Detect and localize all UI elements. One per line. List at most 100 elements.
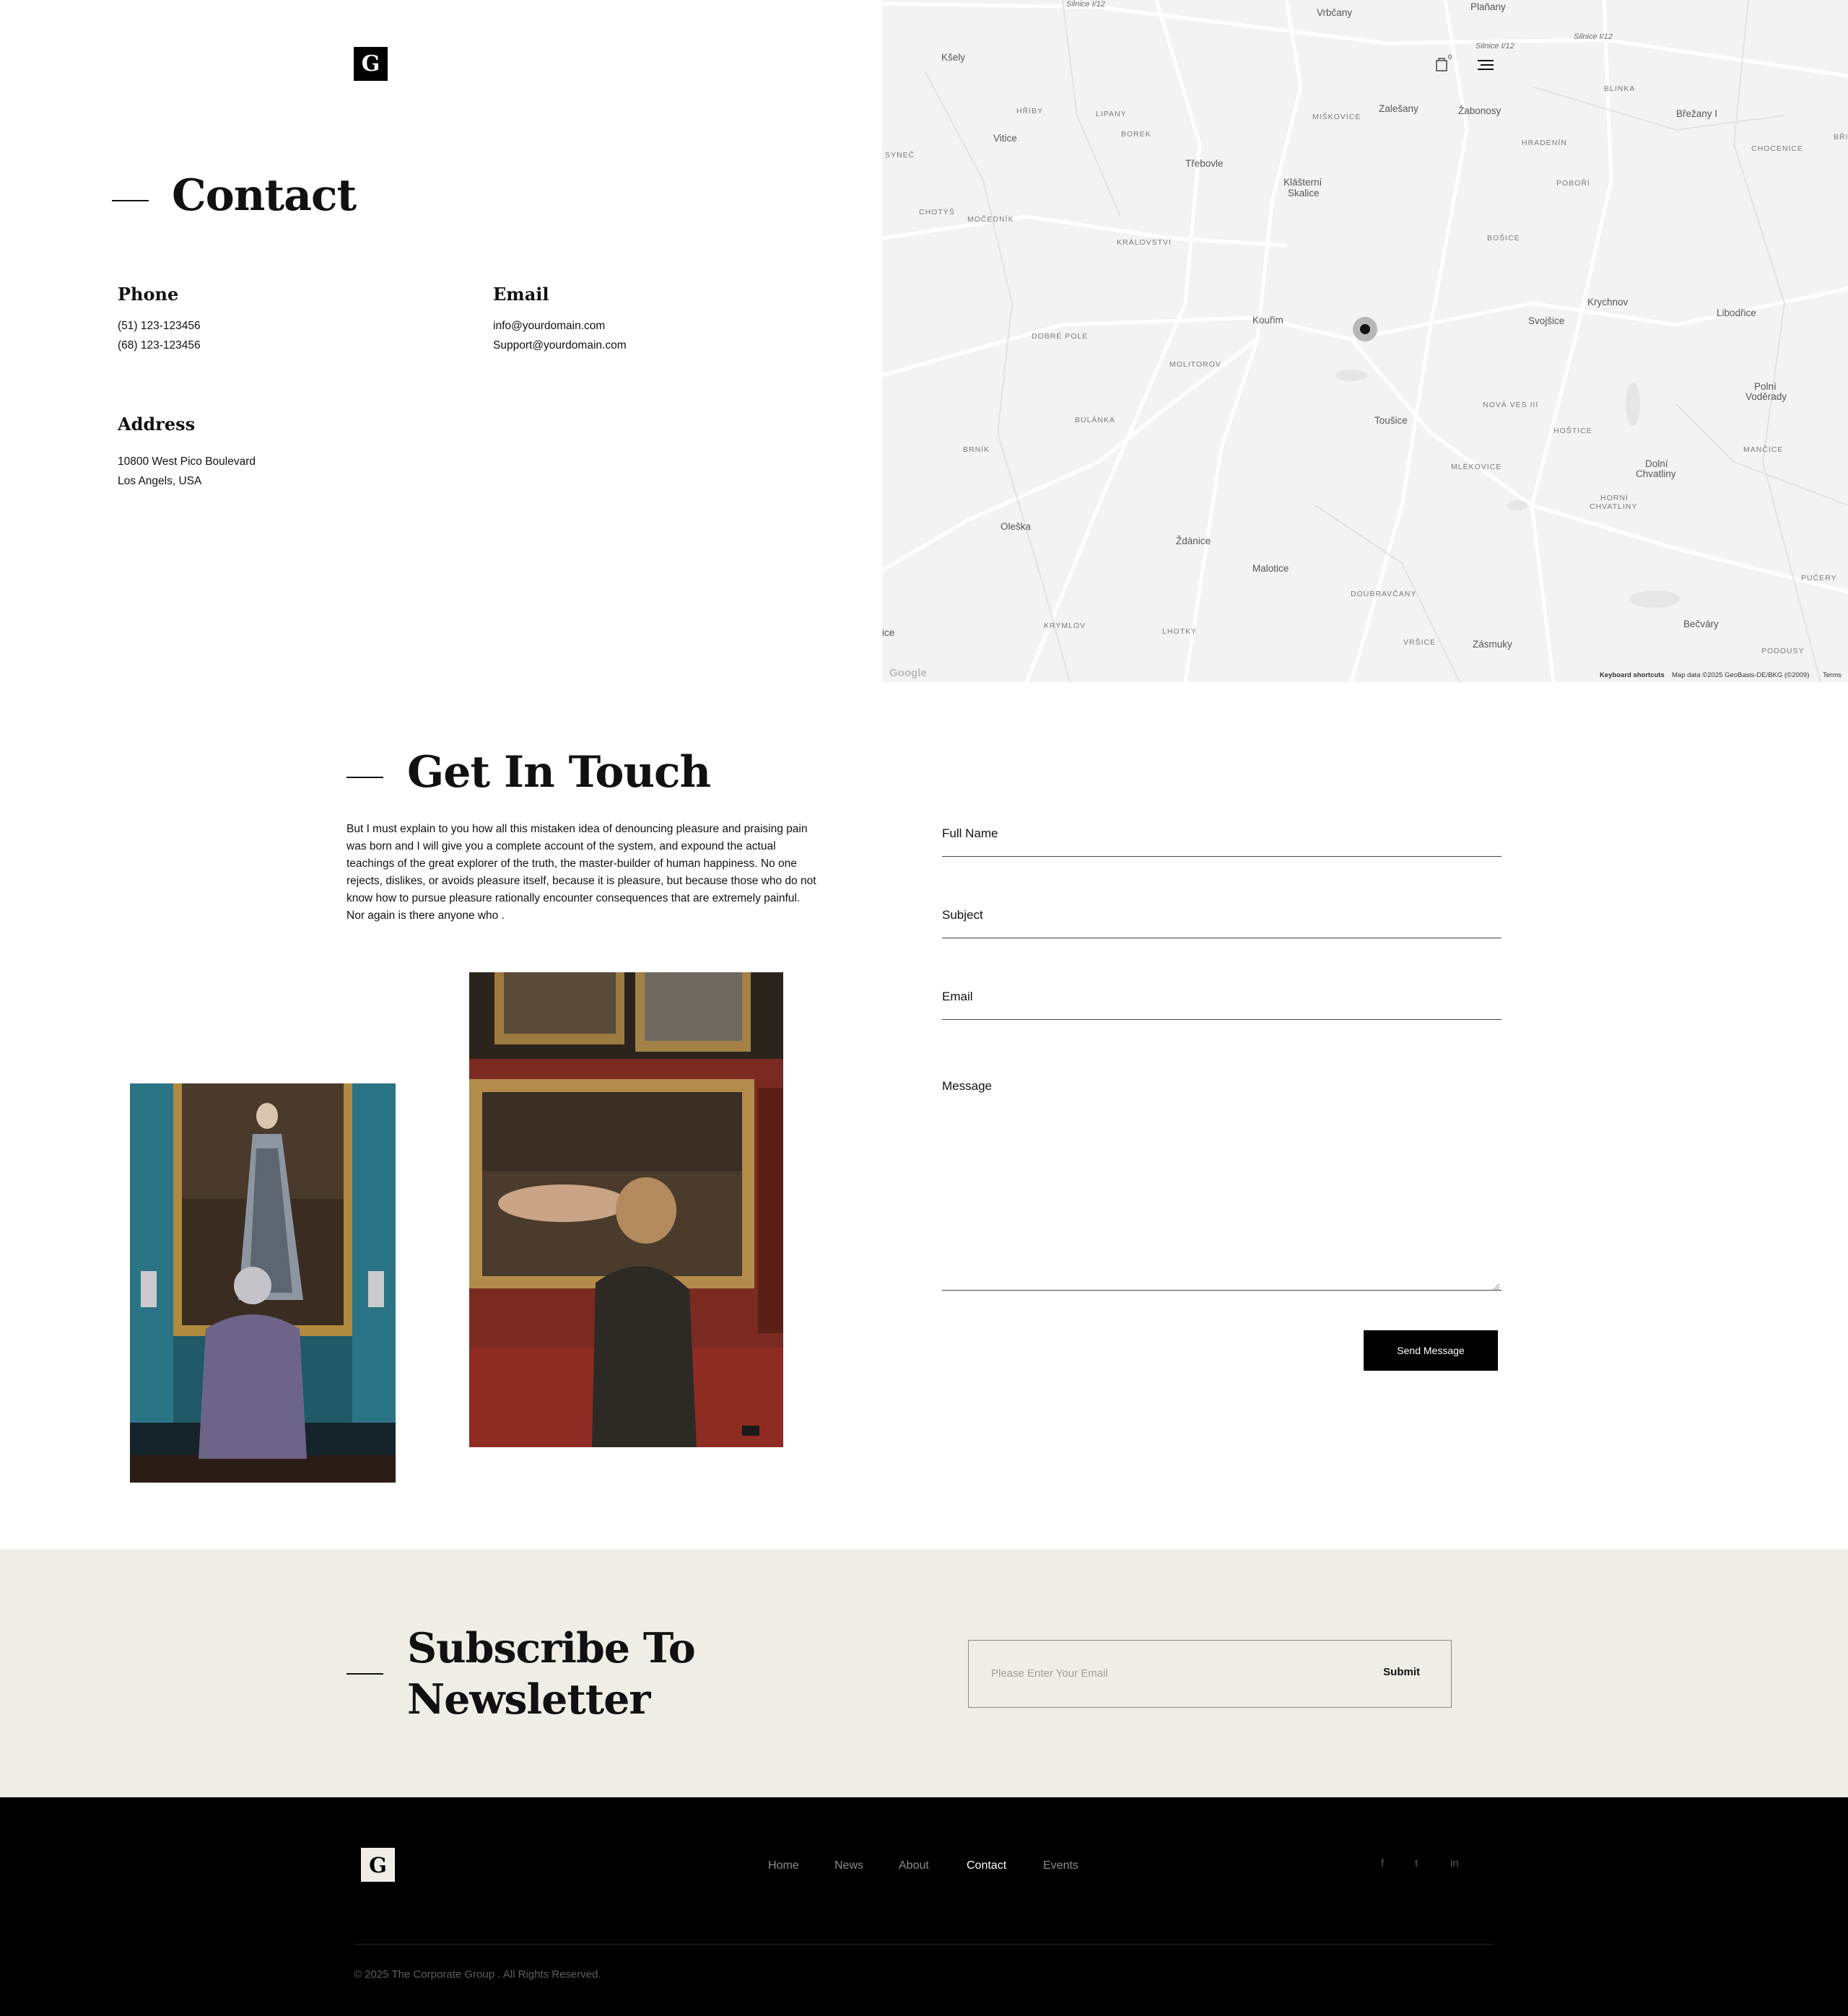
map-label: MOLITOROV xyxy=(1169,360,1221,369)
newsletter-title-line-1: Subscribe To xyxy=(407,1624,696,1672)
map-label: HŘÍBY xyxy=(1016,107,1044,115)
email-title: Email xyxy=(493,284,549,305)
paragraph-line: Nor again is there anyone who . xyxy=(346,909,505,922)
google-logo: Google xyxy=(889,667,927,679)
get-in-touch-title: Get In Touch xyxy=(407,747,711,798)
subject-label: Subject xyxy=(942,908,983,922)
email-1[interactable]: info@yourdomain.com xyxy=(493,316,627,336)
paragraph-line: was born and I will give you a complete … xyxy=(346,840,776,852)
map-label: CHOTÝŠ xyxy=(919,208,955,217)
map-label: Chvatliny xyxy=(1636,468,1676,479)
paragraph-line: But I must explain to you how all this m… xyxy=(346,823,808,835)
map-label: LHOTKY xyxy=(1162,627,1198,636)
phone-1[interactable]: (51) 123-123456 xyxy=(118,316,201,336)
map-label: HOŠTICE xyxy=(1553,427,1592,435)
map-label: Kouřim xyxy=(1252,315,1283,326)
footer-nav-events[interactable]: Events xyxy=(1043,1859,1078,1872)
message-field[interactable]: Message xyxy=(942,1079,1502,1291)
linkedin-icon[interactable]: in xyxy=(1450,1857,1459,1869)
gallery-image-portrait xyxy=(130,1083,396,1483)
subject-field[interactable]: Subject xyxy=(942,908,1502,938)
phone-2[interactable]: (68) 123-123456 xyxy=(118,336,201,355)
address-line-2: Los Angels, USA xyxy=(118,475,202,487)
cart-icon[interactable]: 0 xyxy=(1435,53,1452,72)
map-label: BLINKA xyxy=(1604,84,1636,93)
map-label: Zásmuky xyxy=(1473,639,1512,650)
map-label: BŘI xyxy=(1834,133,1848,141)
logo-letter: G xyxy=(361,51,380,77)
map-label: DOBRÉ POLE xyxy=(1032,332,1089,341)
map-label: SYNEČ xyxy=(885,151,915,160)
map-label: Libodřice xyxy=(1717,307,1756,318)
map-label: BOREK xyxy=(1121,130,1151,139)
map-label: LIPANY xyxy=(1096,110,1127,118)
map-label: DOUBRAVČANY xyxy=(1351,590,1417,598)
map-label: Třebovle xyxy=(1185,158,1224,169)
map-label: Klášterní xyxy=(1283,177,1322,188)
map-label: ice xyxy=(882,627,895,638)
footer-nav-contact[interactable]: Contact xyxy=(967,1859,1006,1872)
title-dash xyxy=(346,1673,383,1675)
email-field[interactable]: Email xyxy=(942,990,1502,1020)
menu-icon[interactable] xyxy=(1478,60,1494,71)
title-dash xyxy=(112,200,149,201)
newsletter-title: Subscribe To Newsletter xyxy=(407,1623,696,1725)
facebook-icon[interactable]: f xyxy=(1381,1857,1384,1869)
map-label: Skalice xyxy=(1288,188,1320,198)
map-label: CHOCENICE xyxy=(1751,144,1804,153)
footer-divider xyxy=(354,1944,1494,1945)
map-label: MOČEDNÍK xyxy=(967,215,1014,224)
map-label: PUČERY xyxy=(1801,574,1837,582)
map-label: MANČICE xyxy=(1743,445,1784,454)
map-label: BRNÍK xyxy=(963,445,990,454)
map-label: Vitice xyxy=(993,133,1017,144)
newsletter-submit-button[interactable]: Submit xyxy=(1383,1666,1420,1678)
footer-logo[interactable]: G xyxy=(361,1848,395,1882)
paragraph-line: teachings of the great explorer of the t… xyxy=(346,858,797,870)
email-2[interactable]: Support@yourdomain.com xyxy=(493,336,627,355)
map-label: Silnice I/12 xyxy=(1574,32,1613,41)
newsletter-email-input[interactable]: Please Enter Your Email Submit xyxy=(968,1640,1452,1708)
map-label: HRADENÍN xyxy=(1522,139,1567,147)
paragraph-line: rejects, dislikes, or avoids pleasure it… xyxy=(346,875,816,887)
map-pin-icon[interactable] xyxy=(1353,317,1377,341)
copyright: © 2025 The Corporate Group . All Rights … xyxy=(354,1968,601,1981)
map-label: Malotice xyxy=(1252,563,1289,574)
map-terms-link[interactable]: Terms xyxy=(1823,671,1842,679)
full-name-label: Full Name xyxy=(942,826,998,840)
contact-title: Contact xyxy=(172,170,357,221)
phone-list: (51) 123-123456 (68) 123-123456 xyxy=(118,316,201,355)
map-label: Polní xyxy=(1754,381,1777,392)
phone-title: Phone xyxy=(118,284,179,305)
map-label: Oleška xyxy=(1001,521,1032,532)
map-label: Toušice xyxy=(1374,415,1408,426)
footer-logo-letter: G xyxy=(369,1852,387,1877)
gallery-image-painting xyxy=(469,972,783,1447)
map-label: Ždánice xyxy=(1176,536,1211,546)
title-dash xyxy=(346,777,383,778)
keyboard-shortcuts-link[interactable]: Keyboard shortcuts xyxy=(1600,671,1665,679)
logo[interactable]: G xyxy=(354,47,388,81)
map-label: Voděrady xyxy=(1745,391,1787,402)
paragraph-line: know how to pursue pleasure rationally e… xyxy=(346,892,801,904)
map[interactable]: Silnice I/12 Vrbčany Plaňany Silnice I/1… xyxy=(882,0,1848,682)
newsletter-title-line-2: Newsletter xyxy=(407,1675,650,1724)
resize-handle-icon[interactable] xyxy=(1493,1281,1500,1291)
address-title: Address xyxy=(118,414,196,435)
email-list: info@yourdomain.com Support@yourdomain.c… xyxy=(493,316,627,355)
map-label: BULÁNKA xyxy=(1075,416,1116,424)
map-label: Silnice I/12 xyxy=(1066,0,1105,9)
map-label: Bečváry xyxy=(1683,619,1719,629)
map-label: Kšely xyxy=(941,52,966,63)
send-message-button[interactable]: Send Message xyxy=(1364,1330,1498,1371)
map-label: NOVÁ VES III xyxy=(1483,401,1539,409)
map-label: MLÉKOVICE xyxy=(1451,463,1502,471)
map-label: Zalešany xyxy=(1379,103,1418,114)
footer-nav-home[interactable]: Home xyxy=(768,1859,799,1872)
map-label: Vrbčany xyxy=(1317,7,1353,18)
footer-nav-news[interactable]: News xyxy=(834,1859,863,1872)
full-name-field[interactable]: Full Name xyxy=(942,826,1502,857)
footer-nav-about[interactable]: About xyxy=(899,1859,929,1872)
map-label: KRÁLOVSTVÍ xyxy=(1117,238,1172,247)
twitter-icon[interactable]: t xyxy=(1415,1857,1418,1869)
